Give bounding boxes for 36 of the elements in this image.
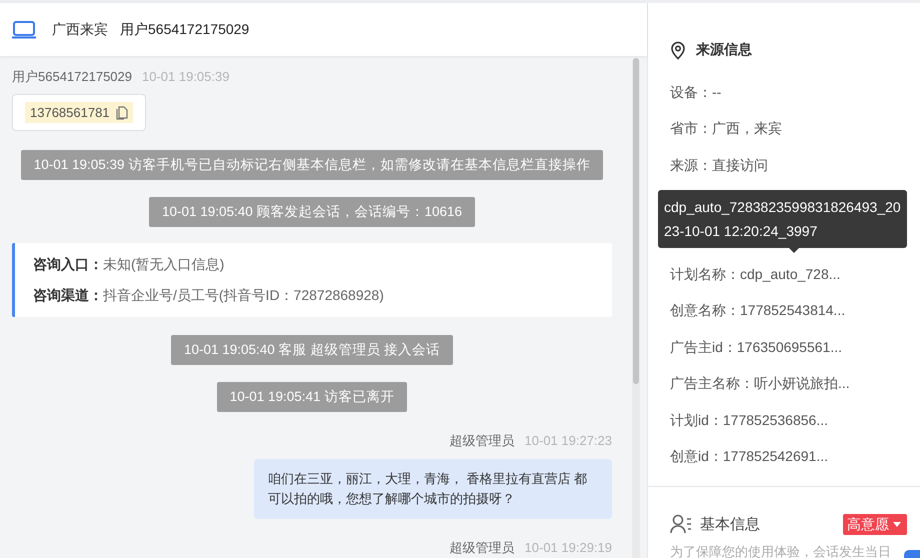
section-title: 基本信息 — [700, 514, 761, 534]
visitor-location: 广西来宾 — [52, 20, 108, 38]
visitor-name: 用户5654172175029 — [120, 20, 250, 38]
system-notice: 10-01 19:05:40 顾客发起会话，会话编号：10616 — [148, 197, 476, 227]
entry-field: 咨询入口：未知(暂无入口信息) — [33, 255, 612, 274]
entry-field: 咨询渠道：抖音企业号/员工号(抖音号ID：72872868928) — [33, 286, 612, 305]
info-row: 创意id：177852542691... — [670, 448, 828, 464]
sender-name: 超级管理员 — [450, 540, 515, 556]
caret-icon — [893, 522, 901, 527]
system-notice: 10-01 19:05:40 客服 超级管理员 接入会话 — [170, 335, 454, 365]
info-row: 省市：广西，来宾 — [670, 120, 782, 136]
system-notice: 10-01 19:05:41 访客已离开 — [216, 382, 408, 412]
info-row: 创意名称：177852543814... — [670, 302, 846, 318]
user-list-icon — [670, 514, 692, 534]
sender-name: 超级管理员 — [450, 433, 515, 449]
message-bubble: 咱们在三亚，丽江，大理，青海， 香格里拉有直营店 都可以拍的哦，您想了解哪个城市的拍摄呀？ — [254, 459, 612, 519]
message-time: 10-01 19:05:39 — [142, 69, 230, 85]
message-time: 10-01 19:29:19 — [524, 540, 612, 556]
info-row: 计划名称：cdp_auto_728... — [670, 266, 840, 282]
info-row: 广告主id：176350695561... — [670, 338, 842, 355]
info-row: 来源：直接访问 — [670, 156, 768, 173]
location-pin-icon — [670, 40, 686, 60]
scrollbar[interactable] — [632, 58, 640, 558]
system-notice: 10-01 19:05:39 访客手机号已自动标记右侧基本信息栏，如需修改请在基本信息栏直接操作 — [20, 150, 604, 180]
info-row: 计划id：177852536856... — [670, 412, 828, 428]
copy-icon[interactable] — [116, 106, 128, 120]
laptop-icon — [12, 20, 36, 38]
message-time: 10-01 19:27:23 — [524, 433, 612, 449]
tooltip-arrow — [789, 248, 799, 253]
intent-badge[interactable]: 高意愿 — [843, 514, 907, 535]
section-title: 来源信息 — [696, 41, 752, 59]
info-row: 广告主名称：听小妍说旅拍... — [670, 375, 850, 392]
info-note: 为了保障您的使用体验，会话发生当日 — [670, 544, 892, 558]
sender-name: 用户5654172175029 — [12, 69, 132, 85]
phone-number: 13768561781 — [30, 105, 110, 120]
info-row: 设备：-- — [670, 84, 722, 100]
